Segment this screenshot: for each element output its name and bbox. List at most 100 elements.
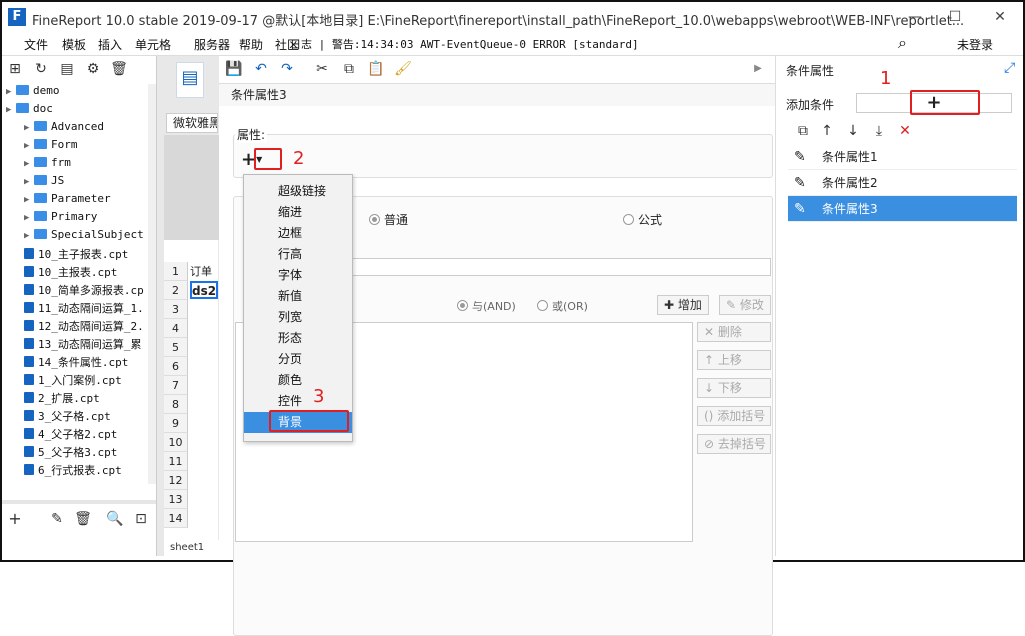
add-condition-item-button[interactable]: ✚ 增加 [657, 295, 709, 315]
cell-a1[interactable]: 订单 [190, 262, 218, 281]
move-up-button[interactable]: ↑ 上移 [697, 350, 771, 370]
chevron-right-icon[interactable]: ▶ [24, 123, 34, 133]
remove-bracket-button[interactable]: ⊘ 去掉括号 [697, 434, 771, 454]
locate-icon[interactable]: ⊡ [132, 510, 150, 528]
dropdown-item[interactable]: 新值 [244, 286, 352, 307]
menu-help[interactable]: 帮助 [239, 36, 263, 53]
chevron-right-icon[interactable]: ▶ [24, 141, 34, 151]
cut-icon[interactable]: ✂ [313, 60, 331, 78]
tree-file[interactable]: 3_父子格.cpt [24, 408, 111, 426]
tree-file[interactable]: 12_动态隔间运算_2. [24, 318, 144, 336]
tree-file[interactable]: 2_扩展.cpt [24, 390, 100, 408]
collapse-icon[interactable]: ⤢ [1004, 60, 1015, 76]
chevron-right-icon[interactable]: ▶ [24, 177, 34, 187]
chevron-right-icon[interactable]: ▶ [24, 231, 34, 241]
dropdown-item[interactable]: 形态 [244, 328, 352, 349]
move-bottom-icon[interactable]: ⤓ [870, 122, 888, 140]
tree-folder[interactable]: ▶ SpecialSubject [24, 228, 144, 246]
cell-a2[interactable]: ds2 [190, 281, 218, 299]
row-header[interactable]: 11 [164, 452, 188, 471]
minimize-button[interactable]: — [900, 6, 930, 28]
tree-folder[interactable]: ▶ Primary [24, 210, 97, 228]
row-header[interactable]: 10 [164, 433, 188, 452]
row-header[interactable]: 2 [164, 281, 188, 300]
edit-button[interactable]: ✎ 修改 [719, 295, 771, 315]
menu-server[interactable]: 服务器 [194, 36, 230, 53]
refresh-icon[interactable]: ↻ [32, 60, 50, 78]
row-header[interactable]: 6 [164, 357, 188, 376]
delete-condition-icon[interactable]: ✕ [896, 122, 914, 140]
delete-button[interactable]: ✕ 删除 [697, 322, 771, 342]
maximize-button[interactable]: ☐ [940, 6, 970, 28]
row-header[interactable]: 7 [164, 376, 188, 395]
dropdown-item[interactable]: 控件 [244, 391, 352, 412]
condition-item[interactable]: ✎ 条件属性1 [788, 144, 1017, 170]
menu-insert[interactable]: 插入 [98, 36, 122, 53]
paste-icon[interactable]: 📋 [367, 60, 385, 78]
search-icon[interactable]: ⌕ [898, 33, 907, 53]
sheet-tab[interactable]: sheet1 [164, 540, 219, 556]
tree-folder[interactable]: ▶ Form [24, 138, 78, 156]
open-icon[interactable]: ▤ [58, 60, 76, 78]
row-header[interactable]: 9 [164, 414, 188, 433]
chevron-right-icon[interactable]: ▶ [24, 195, 34, 205]
tree-folder[interactable]: ▶ demo [6, 84, 60, 102]
expand-right-icon[interactable]: ▶ [749, 60, 767, 78]
tree-hscroll[interactable] [2, 500, 156, 504]
row-header[interactable]: 4 [164, 319, 188, 338]
move-down-button[interactable]: ↓ 下移 [697, 378, 771, 398]
new-folder-icon[interactable]: ⊞ [6, 60, 24, 78]
chevron-right-icon[interactable]: ▶ [6, 87, 16, 97]
dropdown-item[interactable]: 列宽 [244, 307, 352, 328]
copy-condition-icon[interactable]: ⧉ [794, 122, 812, 140]
row-header[interactable]: 12 [164, 471, 188, 490]
chevron-right-icon[interactable]: ▶ [24, 159, 34, 169]
chevron-right-icon[interactable]: ▶ [24, 213, 34, 223]
login-link[interactable]: 未登录 [957, 36, 993, 53]
menu-cell[interactable]: 单元格 [135, 36, 171, 53]
tree-file[interactable]: 4_父子格2.cpt [24, 426, 117, 444]
row-header[interactable]: 1 [164, 262, 188, 281]
row-header[interactable]: 3 [164, 300, 188, 319]
tree-file[interactable]: 13_动态隔间运算_累 [24, 336, 142, 354]
add-bracket-button[interactable]: () 添加括号 [697, 406, 771, 426]
formula-input[interactable] [351, 258, 771, 276]
tree-file[interactable]: 10_主子报表.cpt [24, 246, 128, 264]
format-painter-icon[interactable]: 🖌 [394, 60, 412, 78]
dropdown-item[interactable]: 边框 [244, 223, 352, 244]
tree-file[interactable]: 10_简单多源报表.cp [24, 282, 144, 300]
tree-folder[interactable]: ▶ JS [24, 174, 64, 192]
tree-file[interactable]: 11_动态隔间运算_1. [24, 300, 144, 318]
preview-icon[interactable]: 🔍 [106, 510, 124, 528]
chevron-right-icon[interactable]: ▶ [6, 105, 16, 115]
condition-item[interactable]: ✎ 条件属性2 [788, 170, 1017, 196]
dropdown-item[interactable]: 缩进 [244, 202, 352, 223]
report-icon[interactable]: ▤ [176, 62, 204, 98]
font-select[interactable]: 微软雅黑 [166, 113, 218, 133]
redo-icon[interactable]: ↷ [278, 60, 296, 78]
menu-template[interactable]: 模板 [62, 36, 86, 53]
edit-icon[interactable]: ✎ [48, 510, 66, 528]
and-radio[interactable]: 与(AND) [457, 298, 516, 314]
menu-file[interactable]: 文件 [24, 36, 48, 53]
save-icon[interactable]: 💾 [225, 60, 243, 78]
tree-folder[interactable]: ▶ doc [6, 102, 53, 120]
tree-folder[interactable]: ▶ Advanced [24, 120, 104, 138]
type-normal-radio[interactable]: 普通 [369, 211, 408, 228]
row-header[interactable]: 14 [164, 509, 188, 528]
trash-icon[interactable]: 🗑 [74, 510, 92, 528]
tree-scrollbar[interactable] [148, 84, 156, 484]
tree-folder[interactable]: ▶ Parameter [24, 192, 111, 210]
settings-icon[interactable]: ⚙ [84, 60, 102, 78]
undo-icon[interactable]: ↶ [252, 60, 270, 78]
delete-icon[interactable]: 🗑 [110, 60, 128, 78]
close-button[interactable]: ✕ [985, 6, 1015, 28]
arrow-down-icon[interactable]: ↓ [844, 122, 862, 140]
tree-file[interactable]: 1_入门案例.cpt [24, 372, 122, 390]
row-header[interactable]: 8 [164, 395, 188, 414]
add-icon[interactable]: + [6, 510, 24, 528]
dropdown-item[interactable]: 颜色 [244, 370, 352, 391]
dropdown-item[interactable]: 分页 [244, 349, 352, 370]
or-radio[interactable]: 或(OR) [537, 298, 588, 314]
tree-file[interactable]: 10_主报表.cpt [24, 264, 117, 282]
